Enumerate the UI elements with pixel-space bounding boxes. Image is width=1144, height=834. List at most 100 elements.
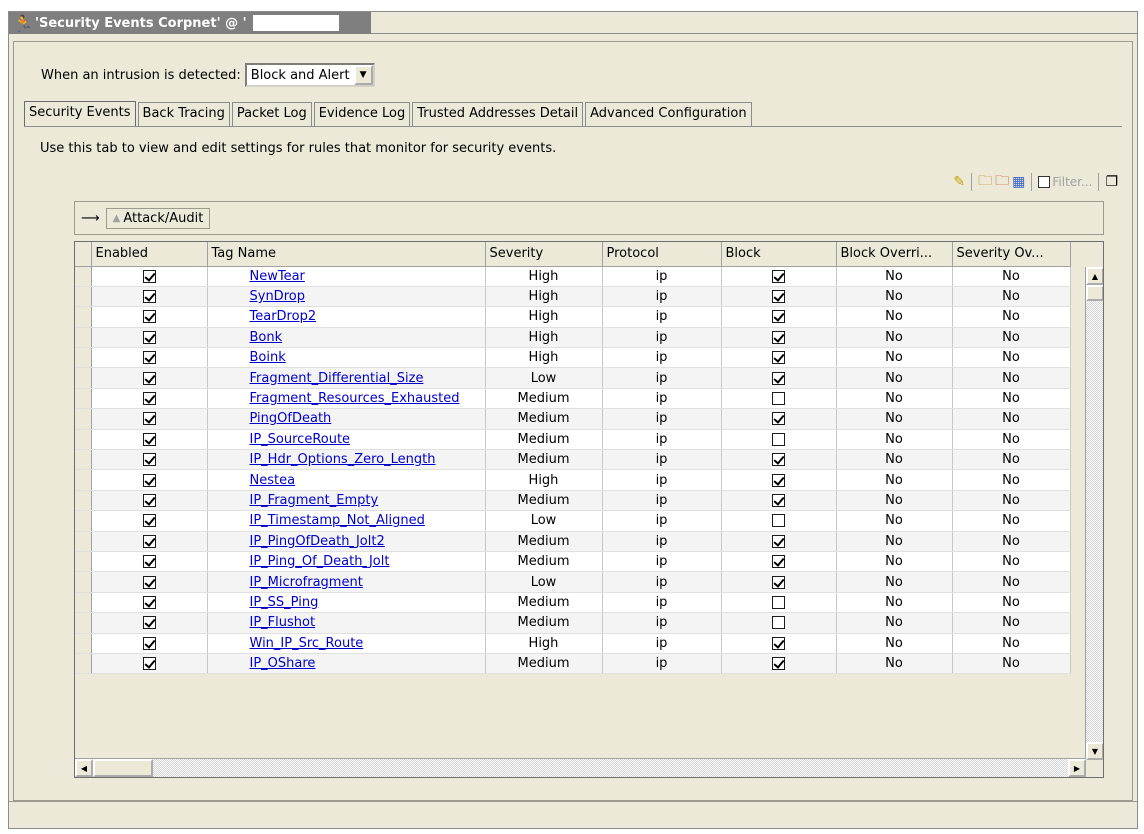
row-header[interactable]: [75, 571, 92, 593]
tag-name-link[interactable]: IP_PingOfDeath_Jolt2: [212, 534, 385, 549]
row-header[interactable]: [75, 592, 92, 614]
tab-advanced-configuration[interactable]: Advanced Configuration: [585, 102, 752, 126]
enabled-checkbox[interactable]: [142, 269, 156, 283]
tag-name-link[interactable]: Fragment_Resources_Exhausted: [212, 391, 460, 406]
table-row[interactable]: PingOfDeath Medium ip No No: [75, 408, 1071, 430]
row-header[interactable]: [75, 490, 92, 512]
scroll-down-icon[interactable]: ▼: [1086, 742, 1103, 760]
block-checkbox[interactable]: [772, 493, 785, 507]
vertical-scroll-thumb[interactable]: [1086, 285, 1103, 301]
column-header-tag-name[interactable]: Tag Name: [207, 242, 486, 267]
vertical-scrollbar[interactable]: ▲ ▼: [1085, 267, 1103, 760]
tag-name-link[interactable]: NewTear: [212, 269, 305, 284]
tag-name-link[interactable]: IP_Fragment_Empty: [212, 493, 379, 508]
enabled-checkbox[interactable]: [142, 310, 156, 324]
block-checkbox[interactable]: [772, 330, 785, 344]
column-header-protocol[interactable]: Protocol: [602, 242, 722, 267]
tag-name-link[interactable]: IP_SourceRoute: [212, 432, 351, 447]
horizontal-scroll-thumb[interactable]: [93, 759, 153, 777]
table-row[interactable]: Win_IP_Src_Route High ip No No: [75, 633, 1071, 654]
row-header[interactable]: [75, 449, 92, 471]
tag-name-link[interactable]: IP_OShare: [212, 656, 316, 671]
row-header[interactable]: [75, 429, 92, 451]
block-checkbox[interactable]: [772, 269, 785, 283]
column-header-enabled[interactable]: Enabled: [91, 242, 208, 267]
enabled-checkbox[interactable]: [142, 412, 156, 426]
block-checkbox[interactable]: [772, 534, 785, 548]
scroll-left-icon[interactable]: ◀: [75, 759, 93, 777]
tag-name-link[interactable]: PingOfDeath: [212, 411, 332, 426]
tag-name-link[interactable]: Win_IP_Src_Route: [212, 636, 364, 651]
tag-name-link[interactable]: Boink: [212, 350, 286, 365]
group-by-chip[interactable]: ▲ Attack/Audit: [105, 207, 211, 229]
row-header[interactable]: [75, 266, 92, 287]
copy-icon[interactable]: ❐: [1105, 174, 1118, 190]
block-checkbox[interactable]: [772, 412, 785, 426]
table-row[interactable]: Nestea High ip No No: [75, 469, 1071, 491]
block-checkbox[interactable]: [772, 657, 785, 671]
block-checkbox[interactable]: [772, 371, 785, 385]
row-header[interactable]: [75, 633, 92, 654]
enabled-checkbox[interactable]: [142, 371, 156, 385]
enabled-checkbox[interactable]: [142, 290, 156, 304]
scroll-right-icon[interactable]: ▶: [1068, 759, 1086, 777]
tab-packet-log[interactable]: Packet Log: [231, 102, 312, 126]
table-row[interactable]: IP_OShare Medium ip No No: [75, 653, 1071, 675]
block-checkbox[interactable]: [772, 453, 785, 467]
row-header[interactable]: [75, 531, 92, 552]
tag-name-link[interactable]: IP_SS_Ping: [212, 595, 319, 610]
row-header[interactable]: [75, 408, 92, 430]
enabled-checkbox[interactable]: [142, 616, 156, 630]
table-row[interactable]: Fragment_Resources_Exhausted Medium ip No No: [75, 388, 1071, 410]
block-checkbox[interactable]: [772, 575, 785, 589]
tag-name-link[interactable]: IP_Microfragment: [212, 575, 363, 590]
block-checkbox[interactable]: [772, 351, 785, 365]
enabled-checkbox[interactable]: [142, 555, 156, 569]
row-header[interactable]: [75, 367, 92, 389]
enabled-checkbox[interactable]: [142, 351, 156, 365]
block-checkbox[interactable]: [772, 290, 785, 304]
enabled-checkbox[interactable]: [142, 432, 156, 446]
enabled-checkbox[interactable]: [142, 514, 156, 528]
row-header[interactable]: [75, 327, 92, 349]
tab-back-tracing[interactable]: Back Tracing: [137, 102, 230, 126]
chevron-down-icon[interactable]: ▼: [353, 65, 373, 85]
enabled-checkbox[interactable]: [142, 330, 156, 344]
table-row[interactable]: SynDrop High ip No No: [75, 286, 1071, 308]
tag-name-link[interactable]: IP_Hdr_Options_Zero_Length: [212, 452, 436, 467]
table-row[interactable]: IP_PingOfDeath_Jolt2 Medium ip No No: [75, 531, 1071, 552]
table-row[interactable]: IP_SourceRoute Medium ip No No: [75, 429, 1071, 451]
table-row[interactable]: TearDrop2 High ip No No: [75, 306, 1071, 328]
table-row[interactable]: IP_Ping_Of_Death_Jolt Medium ip No No: [75, 551, 1071, 573]
column-header-block-overri[interactable]: Block Overri...: [836, 242, 953, 267]
table-row[interactable]: IP_Hdr_Options_Zero_Length Medium ip No No: [75, 449, 1071, 471]
enabled-checkbox[interactable]: [142, 575, 156, 589]
intrusion-action-select[interactable]: Block and Alert ▼: [244, 63, 375, 87]
table-row[interactable]: IP_Fragment_Empty Medium ip No No: [75, 490, 1071, 512]
tab-trusted-addresses-detail[interactable]: Trusted Addresses Detail: [412, 102, 584, 126]
table-row[interactable]: IP_Flushot Medium ip No No: [75, 612, 1071, 634]
tag-name-link[interactable]: Fragment_Differential_Size: [212, 371, 424, 386]
block-checkbox[interactable]: [772, 432, 785, 446]
row-header[interactable]: [75, 551, 92, 573]
block-checkbox[interactable]: [772, 473, 785, 487]
row-header[interactable]: [75, 347, 92, 369]
table-row[interactable]: Boink High ip No No: [75, 347, 1071, 369]
row-header[interactable]: [75, 510, 92, 532]
table-row[interactable]: IP_Microfragment Low ip No No: [75, 571, 1071, 593]
row-header[interactable]: [75, 388, 92, 410]
filter-toggle[interactable]: Filter...: [1038, 175, 1092, 189]
enabled-checkbox[interactable]: [142, 392, 156, 406]
table-row[interactable]: Fragment_Differential_Size Low ip No No: [75, 367, 1071, 389]
column-header-block[interactable]: Block: [721, 242, 837, 267]
enabled-checkbox[interactable]: [142, 473, 156, 487]
enabled-checkbox[interactable]: [142, 657, 156, 671]
table-row[interactable]: Bonk High ip No No: [75, 327, 1071, 349]
row-header[interactable]: [75, 306, 92, 328]
edit-pencil-icon[interactable]: ✎: [953, 174, 965, 190]
tag-name-link[interactable]: SynDrop: [212, 289, 305, 304]
block-checkbox[interactable]: [772, 310, 785, 324]
enabled-checkbox[interactable]: [142, 636, 156, 650]
delete-rule-icon[interactable]: 🗀: [995, 170, 1009, 194]
table-row[interactable]: IP_SS_Ping Medium ip No No: [75, 592, 1071, 614]
